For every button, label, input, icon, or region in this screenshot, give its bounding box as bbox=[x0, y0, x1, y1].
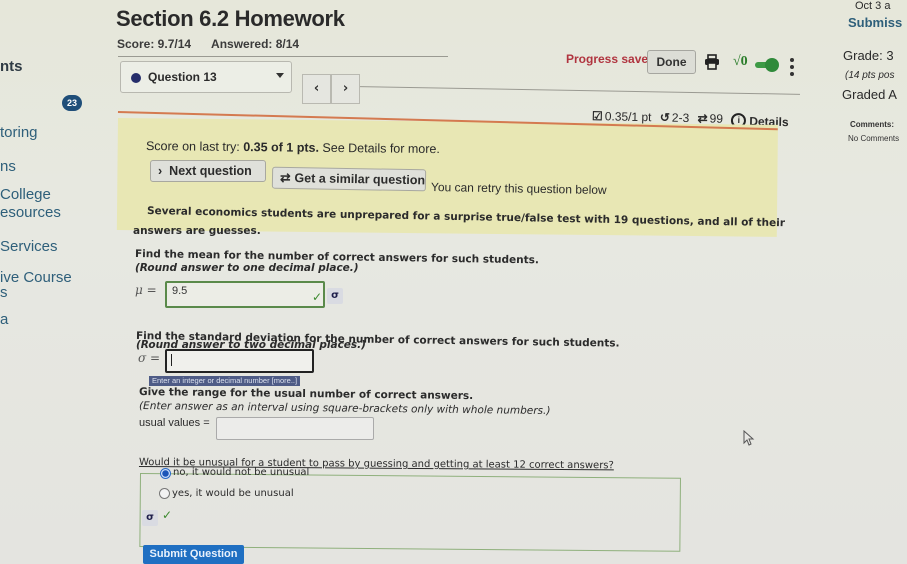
toggle-knob[interactable] bbox=[765, 58, 779, 72]
notification-badge: 23 bbox=[62, 95, 82, 111]
checkbox-icon: ☑ bbox=[591, 109, 603, 124]
prev-question-button[interactable]: ‹ bbox=[302, 74, 331, 104]
points-item: ☑ 0.35/1 pt bbox=[592, 109, 652, 124]
usual-values-field[interactable] bbox=[216, 417, 374, 440]
question-intro-cont: answers are guesses. bbox=[133, 225, 261, 237]
undo-icon: ↺ bbox=[659, 110, 671, 125]
sidebar-item-course[interactable]: ive Course bbox=[0, 269, 72, 286]
option-yes-label[interactable]: yes, it would be unusual bbox=[172, 488, 294, 499]
submission-date: Oct 3 a bbox=[855, 0, 891, 12]
mean-answer-value: 9.5 bbox=[172, 285, 188, 297]
last-try-prefix: Score on last try: bbox=[145, 139, 244, 155]
sidebar-item-ns[interactable]: ns bbox=[0, 158, 16, 175]
question-status-dot bbox=[131, 73, 141, 83]
similar-question-button[interactable]: ⇄ Get a similar question bbox=[271, 166, 427, 192]
radio-yes[interactable] bbox=[159, 488, 170, 499]
sidebar-item-s[interactable]: s bbox=[0, 284, 8, 301]
grade-text: Grade: 3 bbox=[843, 48, 894, 63]
comments-value: No Comments bbox=[848, 134, 900, 143]
progress-status: Progress saved bbox=[566, 52, 656, 66]
last-try-suffix: See Details for more. bbox=[318, 140, 440, 157]
question-select[interactable]: Question 13 bbox=[120, 61, 292, 93]
sidebar-item-a[interactable]: a bbox=[0, 311, 8, 328]
chevron-down-icon bbox=[276, 73, 284, 78]
last-try-value: 0.35 of 1 pts. bbox=[243, 140, 320, 155]
sigma-symbol: σ = bbox=[138, 351, 161, 365]
sidebar-item-services[interactable]: Services bbox=[0, 238, 58, 255]
chevron-right-icon: › bbox=[158, 164, 163, 178]
mean-answer-field[interactable]: 9.5 ✓ bbox=[165, 281, 325, 308]
input-hint-tooltip: Enter an integer or decimal number [more… bbox=[149, 376, 301, 386]
similar-question-label: Get a similar question bbox=[294, 171, 426, 188]
points-value: 0.35/1 pt bbox=[604, 109, 652, 125]
divider bbox=[360, 86, 800, 95]
sidebar-item-assignments[interactable]: nts bbox=[0, 58, 23, 75]
usual-values-label: usual values = bbox=[139, 417, 210, 429]
radio-no[interactable] bbox=[160, 468, 171, 479]
option-no-label[interactable]: no, it would not be unusual bbox=[173, 467, 309, 478]
score-summary: Score: 9.7/14 Answered: 8/14 bbox=[117, 37, 299, 51]
answer-key-icon[interactable]: σ bbox=[142, 510, 158, 526]
sidebar-item-resources[interactable]: esources bbox=[0, 204, 61, 221]
sidebar-item-tutoring[interactable]: toring bbox=[0, 124, 38, 141]
page-title: Section 6.2 Homework bbox=[116, 6, 345, 31]
done-button[interactable]: Done bbox=[647, 50, 696, 74]
divider bbox=[118, 56, 448, 57]
mouse-pointer-icon bbox=[743, 430, 755, 446]
graded-status: Graded A bbox=[842, 87, 897, 102]
repeat-icon: ⇄ bbox=[279, 170, 291, 185]
score-text: Score: 9.7/14 bbox=[117, 37, 192, 51]
sidebar-item-college[interactable]: College bbox=[0, 186, 51, 203]
next-question-button[interactable]: › Next question bbox=[150, 160, 266, 182]
mu-symbol: μ = bbox=[135, 283, 157, 297]
question-select-label: Question 13 bbox=[148, 70, 217, 84]
more-options-icon[interactable] bbox=[790, 58, 794, 79]
comments-label: Comments: bbox=[850, 120, 895, 129]
submission-link[interactable]: Submiss bbox=[848, 15, 902, 30]
submit-question-button[interactable]: Submit Question bbox=[143, 545, 244, 564]
answer-key-icon[interactable]: σ bbox=[327, 288, 343, 304]
sd-answer-field[interactable] bbox=[165, 349, 314, 373]
check-icon: ✓ bbox=[312, 290, 323, 304]
range-instruction: (Enter answer as an interval using squar… bbox=[138, 400, 551, 418]
points-possible: (14 pts pos bbox=[845, 70, 895, 81]
next-question-label: Next question bbox=[169, 164, 252, 178]
answered-text: Answered: 8/14 bbox=[211, 37, 300, 51]
multiple-choice-box bbox=[139, 473, 681, 552]
next-question-arrow-button[interactable]: › bbox=[331, 74, 360, 104]
math-input-toggle[interactable]: √0 bbox=[733, 54, 748, 70]
print-icon[interactable] bbox=[704, 54, 720, 70]
text-cursor bbox=[171, 354, 172, 366]
check-icon: ✓ bbox=[162, 508, 173, 522]
mean-instruction: (Round answer to one decimal place.) bbox=[135, 262, 359, 274]
